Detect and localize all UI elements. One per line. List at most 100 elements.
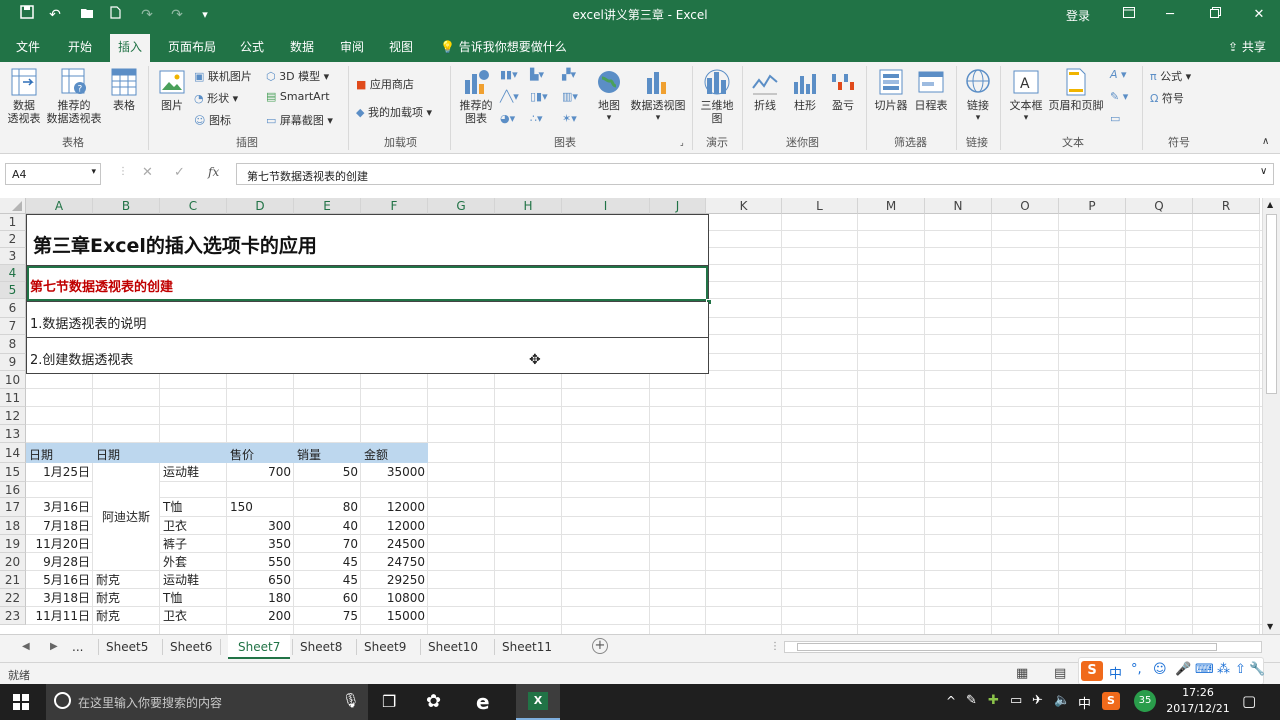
table-cell-qty[interactable]: 50 <box>294 463 361 482</box>
column-header[interactable]: C <box>160 198 227 214</box>
excel-taskbar-button[interactable]: X <box>516 684 560 720</box>
link-button[interactable]: 链接 ▾ <box>962 68 994 125</box>
row-header[interactable]: 17 <box>0 498 26 517</box>
table-cell-qty[interactable]: 45 <box>294 571 361 589</box>
tray-network-icon[interactable]: ✈ <box>1032 693 1043 708</box>
scroll-thumb[interactable] <box>1266 214 1277 394</box>
column-header[interactable]: N <box>925 198 992 214</box>
tray-ime-indicator[interactable]: 中 <box>1078 693 1091 712</box>
column-header[interactable]: P <box>1059 198 1126 214</box>
table-cell-date[interactable]: 5月16日 <box>26 571 93 589</box>
table-cell-price[interactable]: 550 <box>227 553 294 571</box>
table-cell-price[interactable]: 700 <box>227 463 294 482</box>
row-header[interactable]: 16 <box>0 482 26 498</box>
tab-page-layout[interactable]: 页面布局 <box>168 38 216 55</box>
column-header[interactable]: J <box>650 198 706 214</box>
sheet-tab[interactable]: Sheet10 <box>428 640 478 654</box>
table-cell-qty[interactable]: 75 <box>294 607 361 625</box>
table-cell-date[interactable]: 3月16日 <box>26 498 93 517</box>
stats-chart-button[interactable]: ▯▮▾ <box>530 90 548 103</box>
table-cell-price[interactable]: 200 <box>227 607 294 625</box>
column-header[interactable]: K <box>706 198 782 214</box>
table-cell-item[interactable]: 外套 <box>160 553 227 571</box>
tray-volume-icon[interactable]: 🔈 <box>1054 693 1070 708</box>
chapter-title-box[interactable]: 第三章Excel的插入选项卡的应用 <box>26 214 709 266</box>
merged-brand-cell[interactable]: 阿迪达斯 <box>93 463 160 571</box>
table-header-cell[interactable]: 售价 <box>227 447 294 463</box>
table-header-cell[interactable] <box>160 447 227 463</box>
slicer-button[interactable]: 切片器 <box>872 68 910 112</box>
normal-view-icon[interactable]: ▦ <box>1016 666 1028 681</box>
sheet-tab[interactable]: Sheet8 <box>300 640 342 654</box>
line-chart-button[interactable]: ╱╲▾ <box>500 90 519 103</box>
column-header[interactable]: A <box>26 198 93 214</box>
table-cell-amount[interactable]: 12000 <box>361 498 428 517</box>
column-header[interactable]: H <box>495 198 562 214</box>
tab-data[interactable]: 数据 <box>290 38 314 55</box>
sheet-tab[interactable]: Sheet9 <box>364 640 406 654</box>
row-header[interactable]: 3 <box>0 248 26 265</box>
table-cell-price[interactable]: 180 <box>227 589 294 607</box>
add-sheet-icon[interactable]: + <box>592 638 608 654</box>
row-header[interactable]: 15 <box>0 463 26 482</box>
minimize-icon[interactable]: ─ <box>1158 4 1182 26</box>
row-header[interactable]: 14 <box>0 443 26 463</box>
row-header[interactable]: 13 <box>0 425 26 443</box>
table-cell-item[interactable]: T恤 <box>160 589 227 607</box>
tray-app1-icon[interactable]: ✎ <box>966 693 977 708</box>
column-header[interactable]: Q <box>1126 198 1193 214</box>
tray-up-arrow-icon[interactable]: ^ <box>946 694 956 708</box>
timeline-button[interactable]: 日程表 <box>912 68 950 112</box>
sheet-tab[interactable]: Sheet7 <box>228 635 291 659</box>
table-header-cell[interactable]: 销量 <box>294 447 361 463</box>
table-cell-date[interactable]: 1月25日 <box>26 463 93 482</box>
header-footer-button[interactable]: 页眉和页脚 <box>1046 68 1106 112</box>
row-header[interactable]: 1 <box>0 214 26 231</box>
expand-formula-icon[interactable]: ∨ <box>1260 166 1267 177</box>
pivot-table-button[interactable]: 数据 透视表 <box>6 68 42 125</box>
smartart-button[interactable]: ▤ SmartArt <box>266 90 330 103</box>
table-cell-qty[interactable]: 40 <box>294 517 361 535</box>
formula-input[interactable]: 第七节数据透视表的创建 <box>236 163 1274 185</box>
tab-formulas[interactable]: 公式 <box>240 38 264 55</box>
recommended-pivot-button[interactable]: ? 推荐的 数据透视表 <box>44 68 104 125</box>
horizontal-scrollbar[interactable] <box>784 641 1262 653</box>
table-header-cell[interactable]: 金额 <box>361 447 428 463</box>
enter-icon[interactable]: ✓ <box>174 165 185 180</box>
table-button[interactable]: 表格 <box>106 68 142 112</box>
table-cell-amount[interactable]: 12000 <box>361 517 428 535</box>
table-cell-price[interactable]: 150 <box>227 498 294 517</box>
online-picture-button[interactable]: ▣ 联机图片 <box>194 68 252 84</box>
row-header[interactable]: 2 <box>0 231 26 248</box>
table-cell-brand[interactable]: 耐克 <box>93 607 160 625</box>
tab-file[interactable]: 文件 <box>16 38 40 55</box>
sparkline-column-button[interactable]: 柱形 <box>788 68 822 112</box>
column-header[interactable]: B <box>93 198 160 214</box>
column-header[interactable]: I <box>562 198 650 214</box>
row-header[interactable]: 5 <box>0 282 26 299</box>
collapse-ribbon-icon[interactable]: ∧ <box>1262 136 1269 147</box>
restore-icon[interactable] <box>1203 4 1227 26</box>
row-header[interactable]: 21 <box>0 571 26 589</box>
column-header[interactable]: D <box>227 198 294 214</box>
taskbar-search-box[interactable]: 在这里输入你要搜索的内容 🎙 <box>46 684 368 720</box>
app-store-button[interactable]: ■ 应用商店 <box>356 76 414 92</box>
sheet-tab[interactable]: Sheet6 <box>170 640 212 654</box>
row-header[interactable]: 7 <box>0 318 26 335</box>
table-cell-amount[interactable]: 29250 <box>361 571 428 589</box>
row-header[interactable]: 19 <box>0 535 26 553</box>
column-chart-button[interactable]: ▮▮▾ <box>500 68 518 81</box>
table-cell-price[interactable]: 350 <box>227 535 294 553</box>
pivot-chart-button[interactable]: 数据透视图 ▾ <box>628 68 688 125</box>
table-cell-item[interactable]: 运动鞋 <box>160 571 227 589</box>
column-header[interactable]: E <box>294 198 361 214</box>
table-cell-qty[interactable]: 70 <box>294 535 361 553</box>
picture-button[interactable]: 图片 <box>154 68 190 112</box>
other-chart-button[interactable]: ✶▾ <box>562 112 577 125</box>
table-cell-brand[interactable]: 耐克 <box>93 571 160 589</box>
table-cell-date[interactable]: 9月28日 <box>26 553 93 571</box>
row-header[interactable]: 9 <box>0 354 26 371</box>
ime-toolbar[interactable]: S 中 °, ☺ 🎤 ⌨ ⁂ ⇧ 🔧 <box>1078 657 1265 685</box>
clock-time[interactable]: 17:26 <box>1170 686 1226 699</box>
item1-cell[interactable]: 1.数据透视表的说明 <box>26 302 709 338</box>
